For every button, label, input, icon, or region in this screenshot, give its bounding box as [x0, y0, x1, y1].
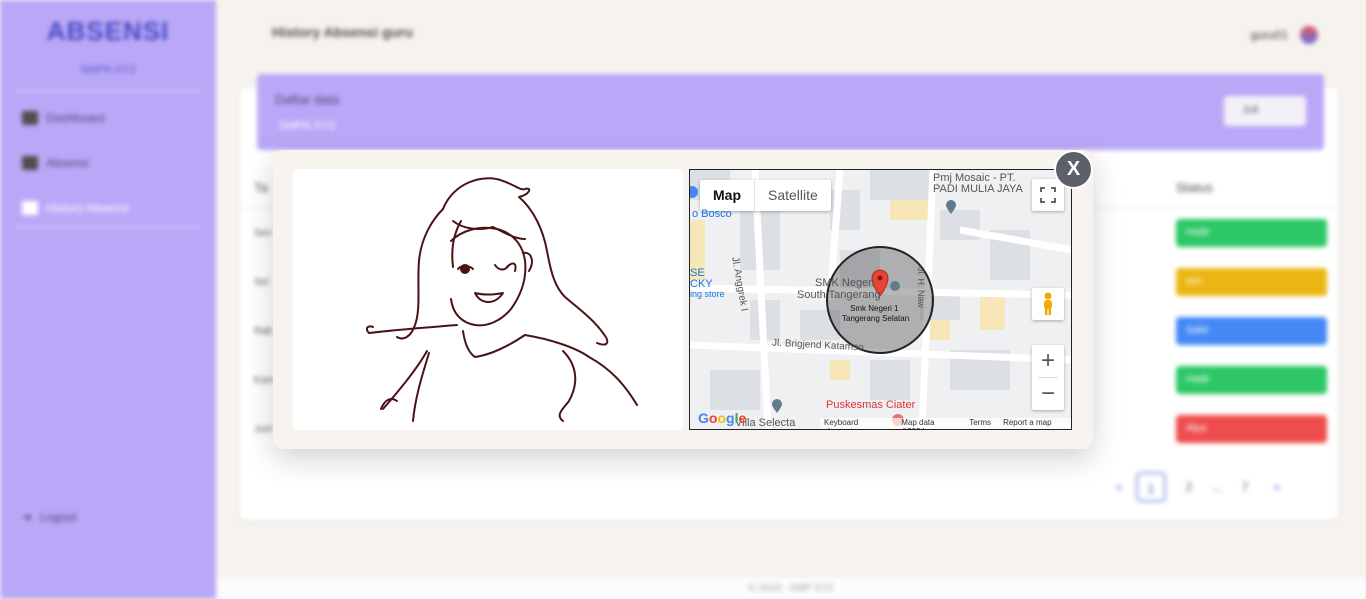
marker-label: Smk Negeri 1 [850, 304, 899, 313]
map-road-label: Jl. H. Naw [916, 267, 926, 309]
map-attribution: Keyboard shortcuts Map data ©2024 Terms … [820, 418, 1071, 429]
map-poi-label: SMK Negeri [815, 277, 875, 289]
map-poi-label: ing store [690, 289, 725, 299]
marker-label: Tangerang Selatan [842, 314, 910, 323]
zoom-control: + − [1032, 345, 1064, 410]
fullscreen-button[interactable] [1032, 179, 1064, 211]
pegman-button[interactable] [1032, 288, 1064, 320]
attendance-photo [293, 169, 683, 430]
map-poi-label: South Tangerang [797, 289, 881, 301]
map-data-text: Map data ©2024 [901, 418, 935, 429]
keyboard-shortcuts-link[interactable]: Keyboard shortcuts [824, 418, 889, 429]
map-poi-label: Puskesmas Ciater [826, 399, 916, 411]
map-type-map-button[interactable]: Map [700, 180, 755, 211]
fullscreen-icon [1040, 187, 1056, 203]
map-poi-label: PADI MULIA JAYA [933, 183, 1023, 195]
terms-link[interactable]: Terms [969, 418, 991, 429]
pegman-icon [1044, 292, 1052, 315]
report-error-link[interactable]: Report a map error [1003, 418, 1067, 429]
close-modal-button[interactable]: X [1054, 150, 1093, 189]
zoom-in-button[interactable]: + [1032, 345, 1064, 377]
attendance-detail-modal: Map Satellite + − Pmj Mosaic - PT. PADI … [273, 150, 1093, 449]
zoom-out-button[interactable]: − [1032, 378, 1064, 410]
location-map[interactable]: Map Satellite + − Pmj Mosaic - PT. PADI … [689, 169, 1072, 430]
google-logo: Google [698, 410, 747, 426]
map-poi-label: o Bosco [692, 208, 732, 220]
map-type-control: Map Satellite [700, 180, 831, 211]
map-type-satellite-button[interactable]: Satellite [755, 180, 831, 211]
